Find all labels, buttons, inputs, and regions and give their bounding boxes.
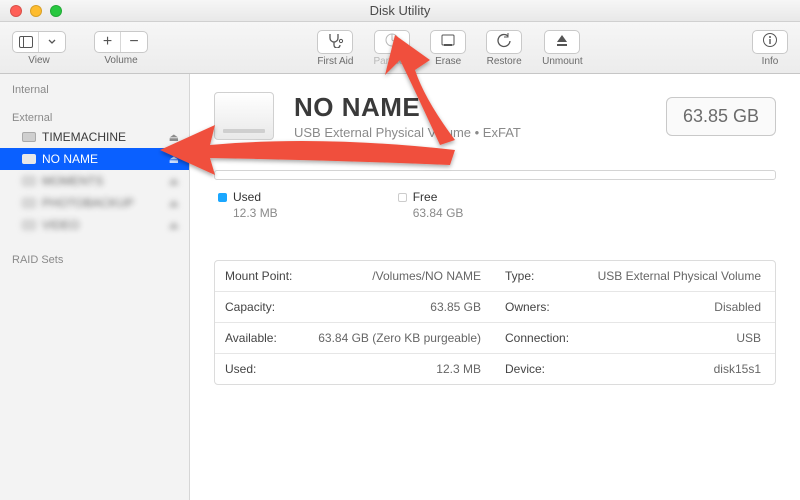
- eject-icon[interactable]: ⏏: [169, 197, 179, 210]
- add-volume-button[interactable]: +: [95, 32, 121, 52]
- legend-free: Free 63.84 GB: [398, 190, 464, 220]
- sidebar-item-blurred[interactable]: PHOTOBACKUP ⏏: [0, 192, 189, 214]
- detail-key: Connection:: [495, 323, 585, 353]
- detail-value: 63.85 GB: [305, 292, 495, 322]
- free-swatch: [398, 193, 407, 202]
- detail-value: 12.3 MB: [305, 354, 495, 384]
- sidebar-item-noname[interactable]: NO NAME ⏏: [0, 148, 189, 170]
- pie-icon: [384, 32, 400, 53]
- eject-icon[interactable]: ⏏: [169, 219, 179, 232]
- sidebar-header-external: External: [0, 108, 189, 126]
- used-swatch: [218, 193, 227, 202]
- sidebar-item-blurred[interactable]: MOMENTS ⏏: [0, 170, 189, 192]
- info-icon: [762, 32, 778, 53]
- detail-key: Mount Point:: [215, 261, 305, 291]
- detail-key: Type:: [495, 261, 585, 291]
- eject-icon: [555, 33, 569, 52]
- sidebar-item-blurred[interactable]: VIDEO ⏏: [0, 214, 189, 236]
- drive-icon: [214, 92, 274, 140]
- unmount-button[interactable]: Unmount: [542, 30, 583, 67]
- detail-value: /Volumes/NO NAME: [305, 261, 495, 291]
- view-control: View: [12, 31, 66, 66]
- detail-key: Available:: [215, 323, 305, 353]
- sidebar-item-label: NO NAME: [42, 152, 98, 166]
- restore-button[interactable]: Restore: [486, 30, 522, 67]
- detail-key: Device:: [495, 354, 585, 384]
- disk-icon: [22, 132, 36, 142]
- detail-key: Capacity:: [215, 292, 305, 322]
- sidebar-toggle-button[interactable]: [13, 32, 39, 52]
- eject-icon[interactable]: ⏏: [169, 153, 179, 166]
- info-button[interactable]: Info: [752, 30, 788, 67]
- sidebar-header-internal: Internal: [0, 80, 189, 98]
- disk-icon: [22, 220, 36, 230]
- detail-key: Owners:: [495, 292, 585, 322]
- volume-subtitle: USB External Physical Volume • ExFAT: [294, 125, 521, 140]
- partition-button: Partition: [373, 30, 410, 67]
- sidebar-item-label: VIDEO: [42, 218, 79, 232]
- volume-hero: NO NAME USB External Physical Volume • E…: [214, 92, 776, 140]
- minus-icon: −: [129, 33, 138, 51]
- details-table: Mount Point: /Volumes/NO NAME Type: USB …: [214, 260, 776, 385]
- toolbar: View + − Volume First Aid Partition Eras…: [0, 22, 800, 74]
- volume-name: NO NAME: [294, 92, 521, 123]
- detail-value: 63.84 GB (Zero KB purgeable): [305, 323, 495, 353]
- volume-control: + − Volume: [94, 31, 148, 66]
- sidebar-item-timemachine[interactable]: TIMEMACHINE ⏏: [0, 126, 189, 148]
- content: Internal External TIMEMACHINE ⏏ NO NAME …: [0, 74, 800, 500]
- stethoscope-icon: [326, 32, 344, 53]
- view-label: View: [28, 55, 50, 66]
- remove-volume-button[interactable]: −: [121, 32, 147, 52]
- eject-icon[interactable]: ⏏: [169, 131, 179, 144]
- plus-icon: +: [103, 33, 112, 51]
- disk-icon: [22, 176, 36, 186]
- usage-legend: Used 12.3 MB Free 63.84 GB: [214, 188, 776, 220]
- volume-size-badge: 63.85 GB: [666, 97, 776, 136]
- legend-used: Used 12.3 MB: [218, 190, 278, 220]
- sidebar: Internal External TIMEMACHINE ⏏ NO NAME …: [0, 74, 190, 500]
- disk-icon: [22, 198, 36, 208]
- erase-button[interactable]: Erase: [430, 30, 466, 67]
- restore-icon: [496, 32, 512, 53]
- sidebar-item-label: MOMENTS: [42, 174, 103, 188]
- detail-value: disk15s1: [585, 354, 775, 384]
- sidebar-item-label: PHOTOBACKUP: [42, 196, 134, 210]
- main-panel: NO NAME USB External Physical Volume • E…: [190, 74, 800, 500]
- toolbar-actions: First Aid Partition Erase Restore Unmoun…: [317, 30, 582, 67]
- detail-value: USB: [585, 323, 775, 353]
- detail-value: USB External Physical Volume: [585, 261, 775, 291]
- titlebar: Disk Utility: [0, 0, 800, 22]
- first-aid-button[interactable]: First Aid: [317, 30, 353, 67]
- used-value: 12.3 MB: [233, 206, 278, 220]
- volume-label: Volume: [104, 55, 137, 66]
- sidebar-header-raid: RAID Sets: [0, 250, 189, 268]
- usage-bar: [214, 170, 776, 180]
- disk-icon: [22, 154, 36, 164]
- view-menu-chevron[interactable]: [39, 32, 65, 52]
- erase-icon: [440, 32, 456, 53]
- sidebar-item-label: TIMEMACHINE: [42, 130, 126, 144]
- free-value: 63.84 GB: [413, 206, 464, 220]
- eject-icon[interactable]: ⏏: [169, 175, 179, 188]
- window-title: Disk Utility: [0, 3, 800, 18]
- detail-key: Used:: [215, 354, 305, 384]
- detail-value: Disabled: [585, 292, 775, 322]
